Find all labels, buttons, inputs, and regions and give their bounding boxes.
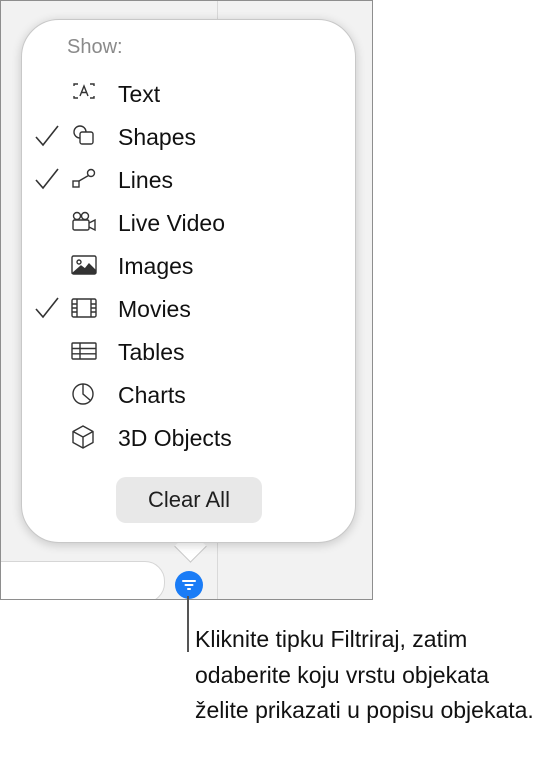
checkmark-icon [34, 296, 60, 320]
image-icon [70, 252, 98, 278]
menu-item-shapes[interactable]: Shapes [22, 115, 355, 158]
menu-item-label: Movies [118, 296, 191, 322]
filter-button[interactable] [175, 571, 203, 599]
chart-icon [70, 381, 98, 407]
film-icon [70, 295, 98, 321]
menu-item-label: Live Video [118, 210, 225, 236]
cube-icon [70, 424, 98, 450]
menu-item-movies[interactable]: Movies [22, 287, 355, 330]
menu-item-label: Tables [118, 339, 185, 365]
menu-item-label: 3D Objects [118, 425, 232, 451]
menu-item-live-video[interactable]: Live Video [22, 201, 355, 244]
camera-icon [70, 209, 98, 235]
callout-text: Kliknite tipku Filtriraj, zatim odaberit… [195, 626, 534, 723]
filter-popover: Show: Text Shapes Lines Live Video Image… [21, 19, 356, 543]
menu-item-lines[interactable]: Lines [22, 158, 355, 201]
menu-item-charts[interactable]: Charts [22, 373, 355, 416]
menu-item-label: Charts [118, 382, 186, 408]
checkmark-icon [34, 124, 60, 148]
filter-icon [182, 580, 196, 590]
menu-item-3d-objects[interactable]: 3D Objects [22, 416, 355, 459]
screenshot-frame: Show: Text Shapes Lines Live Video Image… [0, 0, 373, 600]
search-field[interactable] [1, 561, 165, 599]
table-icon [70, 338, 98, 364]
callout-line [187, 596, 189, 652]
shapes-icon [70, 123, 98, 149]
popover-heading: Show: [67, 36, 123, 58]
menu-item-label: Shapes [118, 124, 197, 150]
clear-all-button[interactable]: Clear All [116, 477, 262, 523]
menu-item-tables[interactable]: Tables [22, 330, 355, 373]
checkmark-icon [34, 167, 60, 191]
menu-item-label: Lines [118, 167, 173, 193]
line-icon [70, 166, 98, 192]
menu-item-label: Images [118, 253, 194, 279]
text-box-icon [70, 80, 98, 106]
object-type-list: Text Shapes Lines Live Video Images Movi… [22, 72, 355, 459]
menu-item-images[interactable]: Images [22, 244, 355, 287]
menu-item-text[interactable]: Text [22, 72, 355, 115]
menu-item-label: Text [118, 81, 161, 107]
